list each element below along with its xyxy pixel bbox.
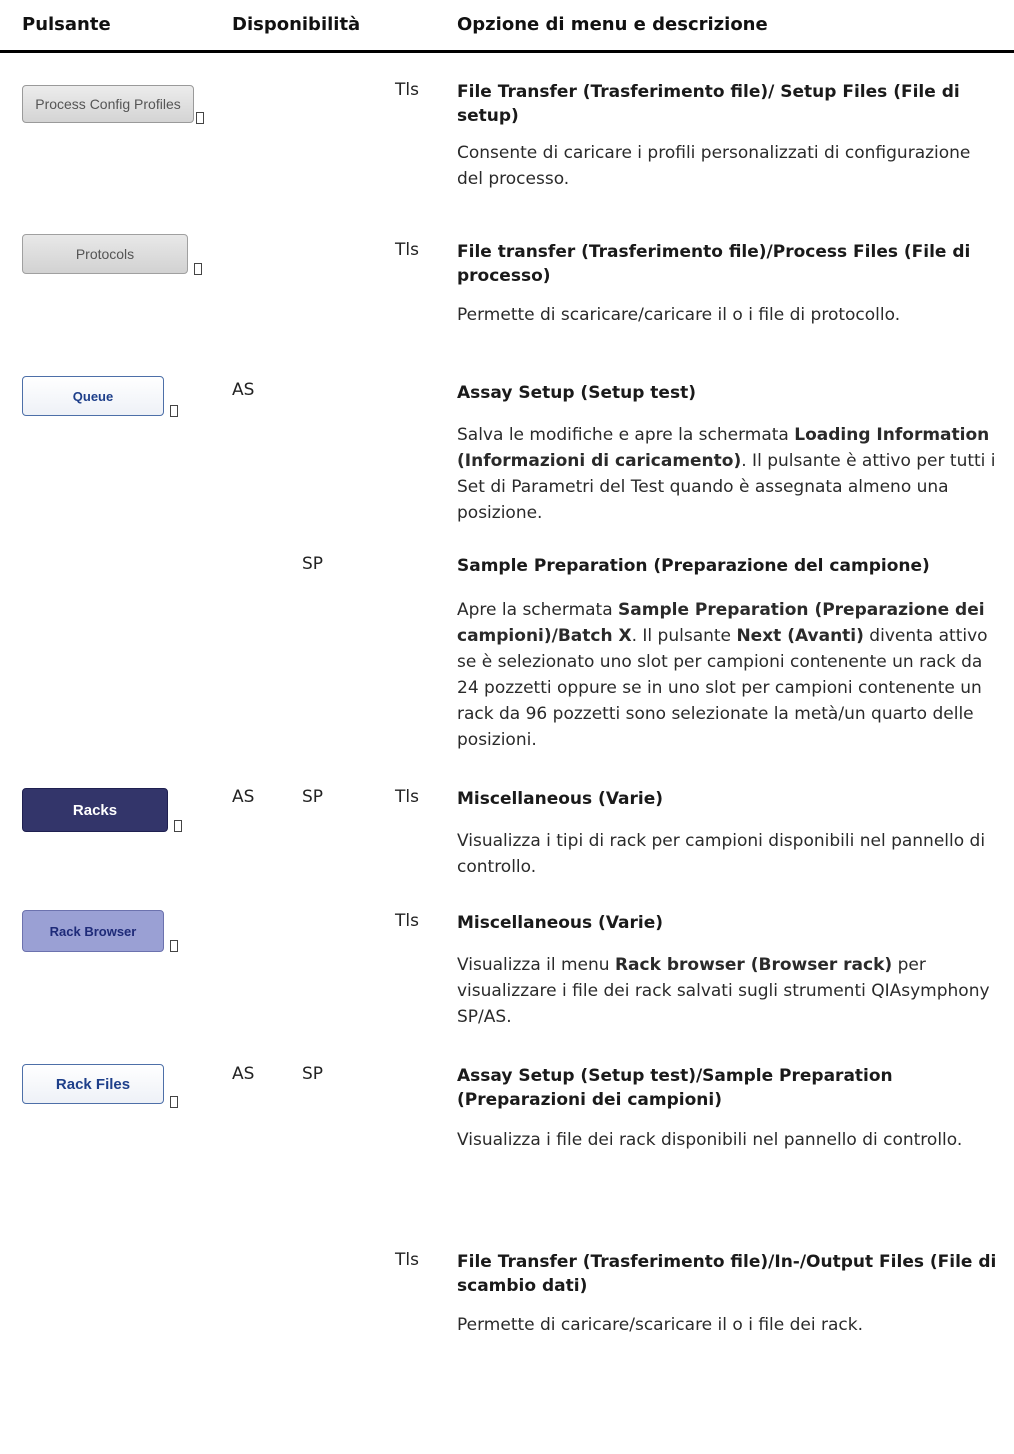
availability-tls: Tls <box>395 787 419 807</box>
process-config-profiles-button[interactable]: Process Config Profiles <box>22 85 194 123</box>
availability-as: AS <box>232 1064 255 1084</box>
rack-browser-button[interactable]: Rack Browser <box>22 910 164 952</box>
availability-tls: Tls <box>395 240 419 260</box>
menu-title: Miscellaneous (Varie) <box>457 913 664 933</box>
racks-button[interactable]: Racks <box>22 788 168 832</box>
availability-tls: Tls <box>395 911 419 931</box>
menu-title: Assay Setup (Setup test) <box>457 383 696 403</box>
menu-title: Assay Setup (Setup test)/Sample Preparat… <box>457 1066 893 1110</box>
menu-title: File Transfer (Trasferimento file)/In-/O… <box>457 1252 997 1296</box>
availability-sp: SP <box>302 554 324 574</box>
availability-tls: Tls <box>395 80 419 100</box>
placeholder-glyph-icon <box>170 1096 178 1108</box>
menu-title: File transfer (Trasferimento file)/Proce… <box>457 242 971 286</box>
column-header-button: Pulsante <box>22 14 111 35</box>
queue-button[interactable]: Queue <box>22 376 164 416</box>
menu-description: Consente di caricare i profili personali… <box>457 143 971 189</box>
placeholder-glyph-icon <box>170 940 178 952</box>
placeholder-glyph-icon <box>170 405 178 417</box>
placeholder-glyph-icon <box>194 263 202 275</box>
menu-description: Visualizza i tipi di rack per campioni d… <box>457 831 986 877</box>
protocols-button[interactable]: Protocols <box>22 234 188 274</box>
placeholder-glyph-icon <box>174 820 182 832</box>
menu-description: Visualizza il menu Rack browser (Browser… <box>457 955 990 1027</box>
availability-as: AS <box>232 787 255 807</box>
menu-title: Miscellaneous (Varie) <box>457 789 664 809</box>
menu-description: Salva le modifiche e apre la schermata L… <box>457 425 996 523</box>
menu-description: Apre la schermata Sample Preparation (Pr… <box>457 600 988 750</box>
header-rule <box>0 50 1014 53</box>
menu-title: Sample Preparation (Preparazione del cam… <box>457 556 930 576</box>
column-header-availability: Disponibilità <box>232 14 361 35</box>
availability-as: AS <box>232 380 255 400</box>
menu-title: File Transfer (Trasferimento file)/ Setu… <box>457 82 960 126</box>
column-header-menu: Opzione di menu e descrizione <box>457 14 768 35</box>
menu-description: Permette di caricare/scaricare il o i fi… <box>457 1315 863 1335</box>
rack-files-button[interactable]: Rack Files <box>22 1064 164 1104</box>
availability-tls: Tls <box>395 1250 419 1270</box>
placeholder-glyph-icon <box>196 112 204 124</box>
menu-description: Visualizza i file dei rack disponibili n… <box>457 1130 963 1150</box>
availability-sp: SP <box>302 787 324 807</box>
menu-description: Permette di scaricare/caricare il o i fi… <box>457 305 901 325</box>
availability-sp: SP <box>302 1064 324 1084</box>
